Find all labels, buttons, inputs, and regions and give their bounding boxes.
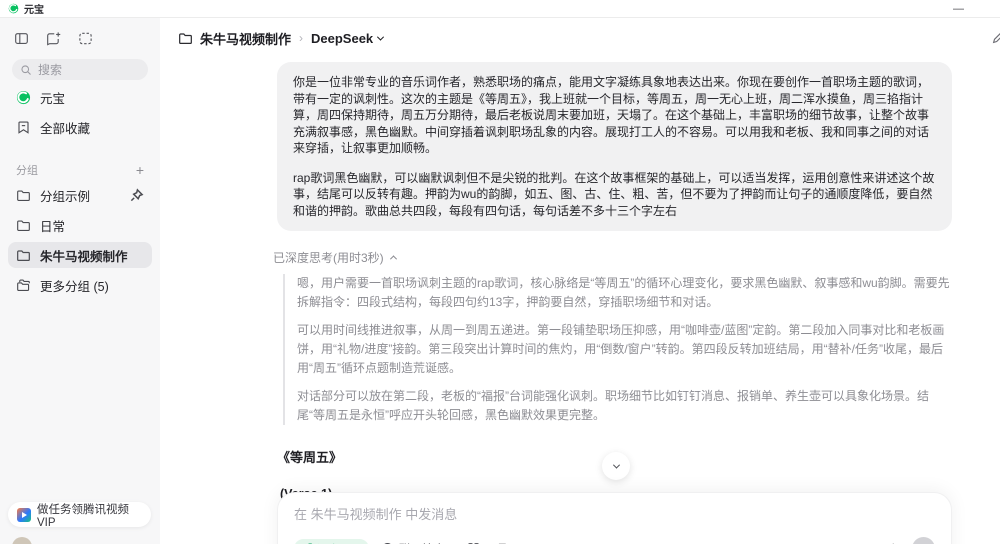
sidebar-item-label: 元宝 [40, 88, 65, 107]
web-search-button[interactable]: 联网搜索 [381, 541, 455, 544]
composer-toolbar: 深度思考 联网搜索 [294, 537, 935, 544]
groups-header-label: 分组 [16, 162, 38, 178]
sidebar-group-label: 日常 [40, 216, 65, 235]
composer-right-actions: ✂ + ▲ [855, 537, 935, 544]
breadcrumb: 朱牛马视频制作 › DeepSeek [160, 18, 1000, 58]
chevron-down-icon [612, 461, 619, 468]
thinking-toggle[interactable]: 已深度思考(用时3秒) [273, 249, 952, 266]
sidebar-group-label: 分组示例 [40, 186, 90, 205]
sidebar-group-more[interactable]: 更多分组 (5) [8, 272, 152, 298]
vip-task-banner[interactable]: 做任务领腾讯视频VIP [8, 502, 151, 527]
scroll-to-bottom-button[interactable] [602, 452, 630, 480]
tools-label: 工具 [485, 541, 508, 544]
sidebar-group-sample[interactable]: 分组示例 [8, 182, 152, 208]
tools-button[interactable]: 工具 [467, 541, 518, 544]
user-message-paragraph: rap歌词黑色幽默，可以幽默讽刺但不是尖锐的批判。在这个故事框架的基础上，可以适… [293, 170, 936, 220]
minimize-button[interactable]: — [953, 4, 964, 14]
chevron-down-icon [377, 33, 384, 40]
tencent-video-icon [17, 508, 31, 522]
message-input[interactable] [294, 507, 935, 522]
folder-icon [16, 248, 31, 263]
breadcrumb-folder-name: 朱牛马视频制作 [200, 29, 291, 48]
sidebar-toolbar [0, 18, 160, 46]
clip-tool-button[interactable]: ✂ [855, 541, 875, 544]
deep-think-toggle[interactable]: 深度思考 [294, 539, 369, 544]
model-selector[interactable]: DeepSeek [311, 31, 383, 46]
search-icon [20, 64, 32, 76]
new-chat-icon[interactable] [46, 31, 61, 46]
pin-icon [129, 188, 144, 203]
thinking-paragraph: 可以用时间线推进叙事，从周一到周五递进。第一段铺垫职场压抑感，用“咖啡壶/蓝图”… [297, 321, 952, 378]
avatar[interactable] [12, 537, 32, 544]
sidebar-item-yuanbao[interactable]: 元宝 [8, 84, 152, 110]
add-group-button[interactable]: + [136, 164, 144, 176]
breadcrumb-separator: › [299, 31, 303, 45]
user-message-bubble: 你是一位非常专业的音乐词作者，熟悉职场的痛点，能用文字凝练具象地表达出来。你现在… [277, 62, 952, 231]
yuanbao-logo-icon [16, 90, 31, 105]
web-search-label: 联网搜索 [399, 541, 445, 544]
app-window: 元宝 — 搜索 元宝 [0, 0, 1000, 544]
collapse-sidebar-icon[interactable] [14, 31, 29, 46]
user-message-paragraph: 你是一位非常专业的音乐词作者，熟悉职场的痛点，能用文字凝练具象地表达出来。你现在… [293, 74, 936, 157]
screenshot-capture-icon[interactable] [78, 31, 93, 46]
groups-header: 分组 + [16, 162, 144, 178]
sidebar-group-daily[interactable]: 日常 [8, 212, 152, 238]
folder-icon [16, 188, 31, 203]
sidebar-group-video-production[interactable]: 朱牛马视频制作 [8, 242, 152, 268]
app-title: 元宝 [24, 1, 44, 16]
folder-icon [16, 218, 31, 233]
chat-scroll-area[interactable]: 你是一位非常专业的音乐词作者，熟悉职场的痛点，能用文字凝练具象地表达出来。你现在… [160, 58, 1000, 544]
folders-stack-icon [16, 278, 31, 293]
titlebar: 元宝 — [0, 0, 1000, 18]
sidebar-group-label: 朱牛马视频制作 [40, 246, 128, 265]
thinking-header-label: 已深度思考(用时3秒) [273, 249, 384, 266]
sidebar-item-label: 全部收藏 [40, 118, 90, 137]
edit-icon[interactable] [991, 31, 1000, 45]
search-placeholder: 搜索 [38, 61, 62, 78]
deep-think-label: 深度思考 [317, 541, 361, 544]
search-input[interactable]: 搜索 [12, 59, 148, 80]
main-panel: 朱牛马视频制作 › DeepSeek 你是一位非常专业的音乐词作者，熟悉职场的痛… [160, 18, 1000, 544]
sidebar-group-label: 更多分组 (5) [40, 276, 109, 295]
composer: 深度思考 联网搜索 [277, 492, 952, 544]
thinking-content: 嗯，用户需要一首职场讽刺主题的rap歌词，核心脉络是“等周五”的循环心理变化，要… [283, 274, 952, 425]
scissors-icon: ✂ [855, 541, 866, 544]
sidebar: 搜索 元宝 全部收藏 分组 + 分组示例 [0, 18, 160, 544]
folder-icon [178, 31, 193, 46]
chevron-up-icon [390, 255, 397, 262]
model-name: DeepSeek [311, 31, 373, 46]
send-button[interactable]: ▲ [912, 537, 935, 544]
sidebar-item-favorites[interactable]: 全部收藏 [8, 114, 152, 140]
yuanbao-logo-icon [8, 3, 19, 14]
bookmark-icon [16, 120, 31, 135]
vip-banner-label: 做任务领腾讯视频VIP [37, 501, 142, 529]
thinking-paragraph: 对话部分可以放在第二段，老板的“福报”台词能强化讽刺。职场细节比如钉钉消息、报销… [297, 387, 952, 425]
thinking-paragraph: 嗯，用户需要一首职场讽刺主题的rap歌词，核心脉络是“等周五”的循环心理变化，要… [297, 274, 952, 312]
